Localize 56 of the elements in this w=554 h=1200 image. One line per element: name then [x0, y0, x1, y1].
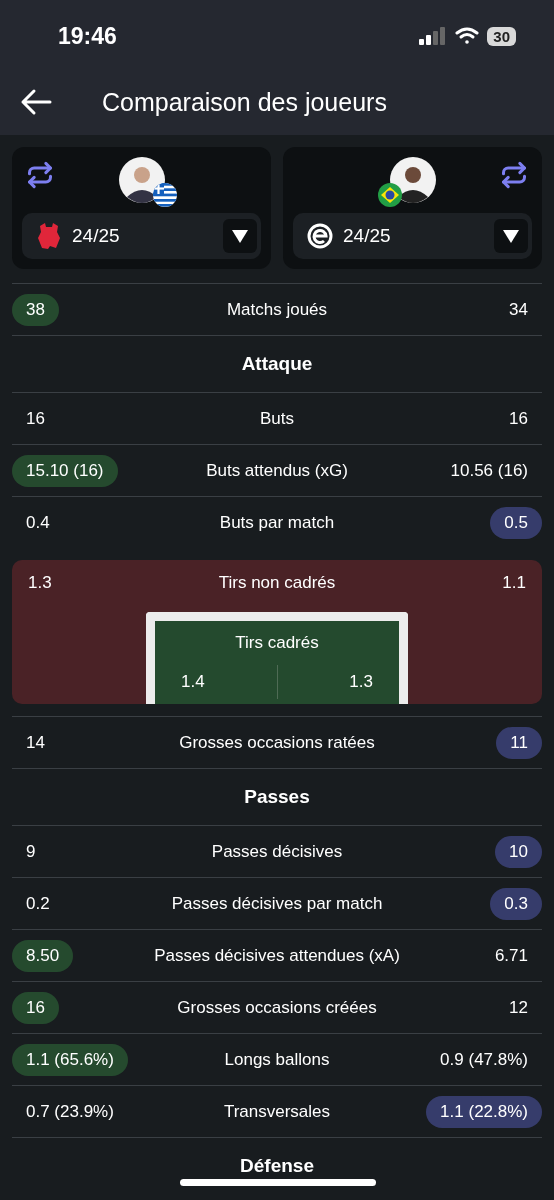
stat-value: 1.3: [27, 572, 53, 594]
stat-value: 0.2: [25, 892, 51, 915]
stat-value: 15.10 (16): [12, 454, 118, 487]
stat-value: 10: [495, 835, 542, 868]
stat-value: 38: [12, 293, 59, 326]
status-time: 19:46: [58, 22, 117, 50]
caret-icon: [232, 229, 248, 243]
stat-label: Matchs joués: [225, 299, 329, 320]
stat-label: Tirs non cadrés: [217, 573, 337, 593]
stat-label: Tirs cadrés: [235, 633, 319, 653]
page-title: Comparaison des joueurs: [102, 87, 387, 117]
battery-level: 30: [487, 26, 516, 46]
stat-value: 16: [25, 407, 46, 430]
stat-value: 12: [508, 996, 529, 1019]
stat-label: Transversales: [222, 1101, 332, 1122]
stat-value: 1.1: [501, 572, 527, 594]
stat-label: Grosses occasions ratées: [178, 732, 376, 753]
section-title: Passes: [244, 786, 310, 808]
caret-icon: [503, 229, 519, 243]
stat-label: Passes décisives: [210, 841, 344, 862]
stat-label: Buts par match: [218, 512, 336, 533]
stat-value: 9: [25, 840, 37, 863]
wifi-icon: [455, 27, 480, 45]
stat-label: Grosses occasions créées: [176, 997, 378, 1018]
signal-icon: [419, 27, 448, 45]
stat-label: Buts attendus (xG): [205, 460, 349, 481]
stat-label: Passes décisives par match: [170, 893, 384, 914]
season-dropdown[interactable]: 24/25: [22, 213, 261, 259]
stat-value: 11: [496, 726, 542, 759]
back-button[interactable]: [20, 88, 52, 116]
stat-value: 16: [12, 991, 59, 1024]
stat-value: 1.3: [348, 672, 374, 692]
flag-icon: [377, 183, 402, 207]
flag-icon: [152, 183, 177, 207]
stat-value: 8.50: [12, 939, 74, 972]
stat-value: 10.56 (16): [449, 459, 529, 482]
section-title: Attaque: [241, 353, 313, 375]
stat-value: 34: [508, 298, 529, 321]
season-dropdown[interactable]: 24/25: [293, 213, 532, 259]
stat-value: 0.3: [490, 887, 542, 920]
stat-value: 1.4: [180, 672, 206, 692]
stat-value: 0.9 (47.8%): [439, 1048, 529, 1071]
stat-value: 14: [25, 731, 46, 754]
league-logo-icon: [307, 223, 333, 249]
stat-value: 16: [508, 407, 529, 430]
stat-value: 1.1 (22.8%): [426, 1095, 542, 1128]
stat-value: 0.7 (23.9%): [25, 1100, 115, 1123]
stat-value: 0.5: [490, 506, 542, 539]
stat-label: Passes décisives attendues (xA): [153, 945, 401, 966]
stat-value: 1.1 (65.6%): [12, 1043, 128, 1076]
stat-label: Buts: [258, 408, 295, 429]
avatar-icon: [118, 157, 165, 203]
section-title: Défense: [240, 1155, 314, 1177]
stat-value: 0.4: [25, 511, 51, 534]
stat-value: 6.71: [493, 944, 529, 967]
stat-label: Longs ballons: [223, 1049, 331, 1070]
